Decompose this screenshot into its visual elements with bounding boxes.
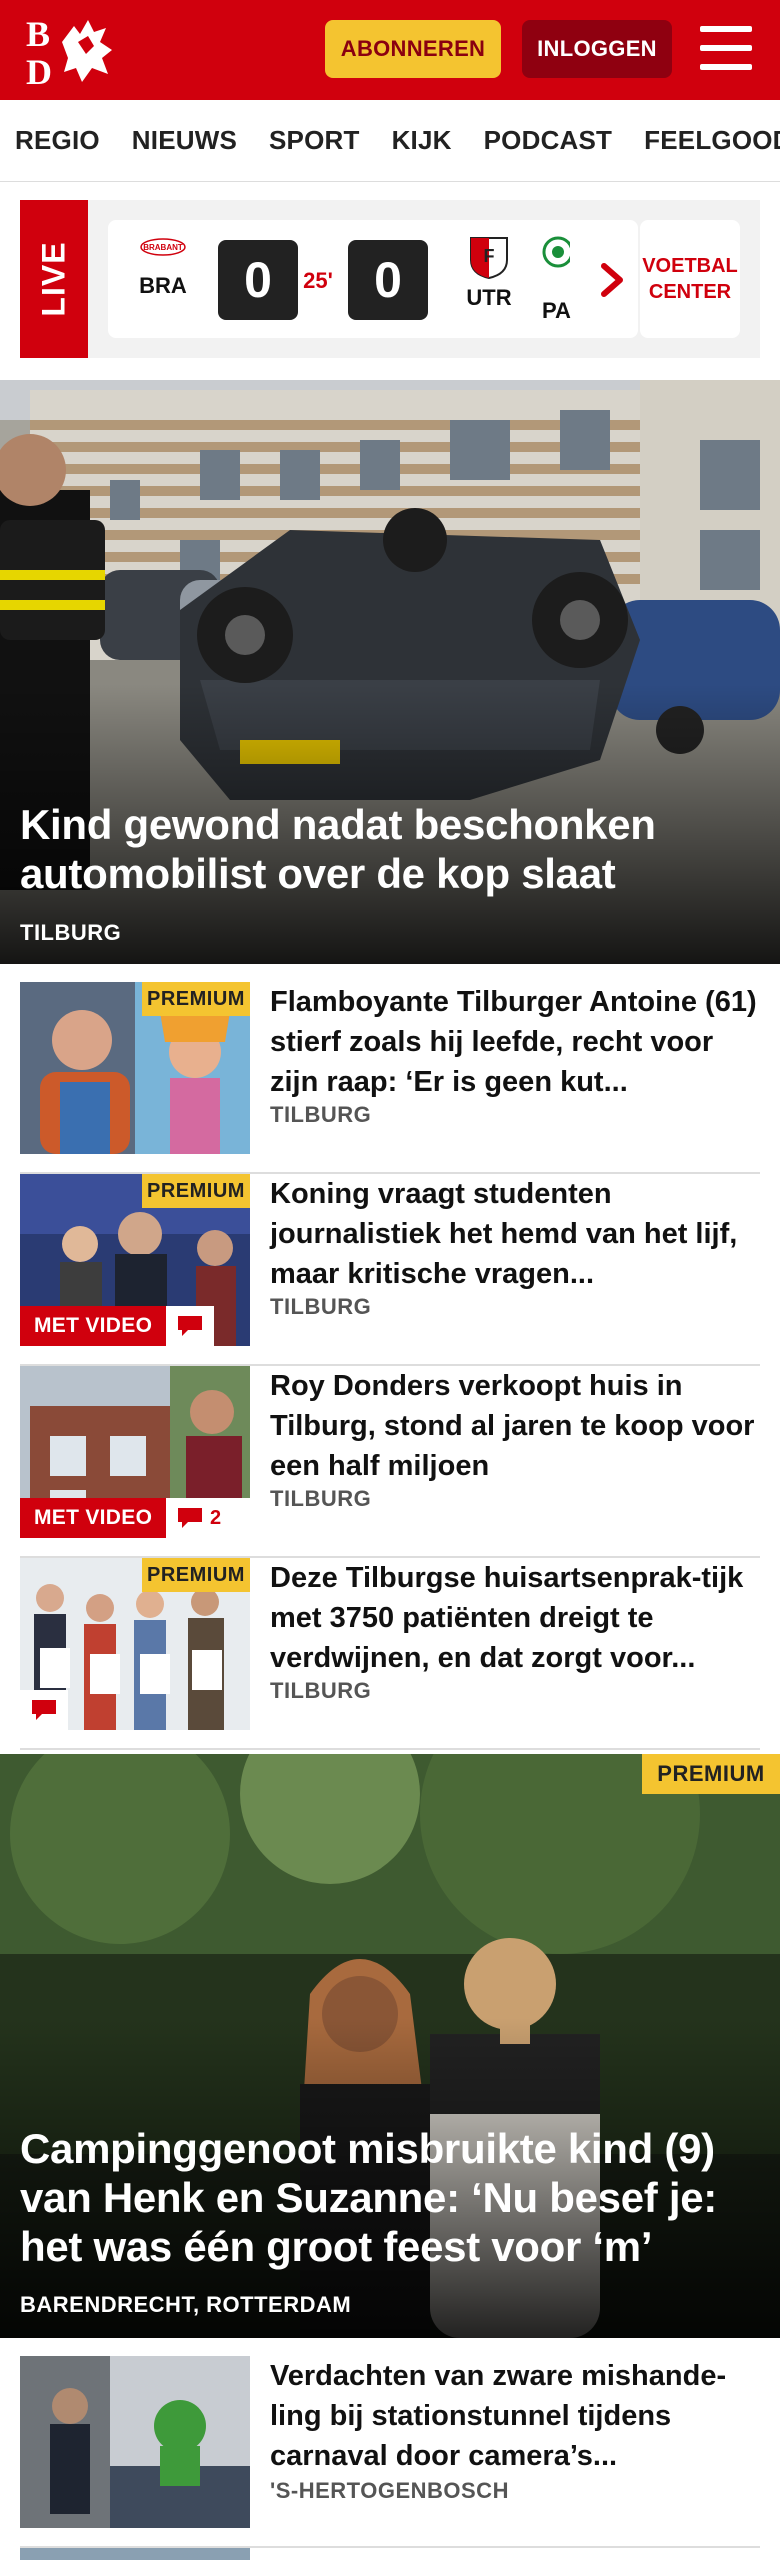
brabant-logo-icon: BRABANT [140, 238, 186, 256]
featured-location: BARENDRECHT, ROTTERDAM [20, 2292, 352, 2317]
section-nav: REGIO NIEUWS SPORT KIJK PODCAST FEELGOOD [0, 100, 780, 182]
comment-count: 2 [210, 1506, 222, 1529]
next-home-code: PA [542, 298, 571, 323]
article-location: TILBURG [270, 1678, 372, 1703]
nav-item-podcast[interactable]: PODCAST [484, 125, 613, 156]
home-score: 0 [218, 240, 298, 320]
chevron-right-icon[interactable] [592, 258, 632, 302]
comment-badge[interactable]: 2 [166, 1498, 250, 1538]
nav-item-kijk[interactable]: KIJK [392, 125, 452, 156]
utrecht-crest-icon: F [470, 237, 508, 280]
premium-badge: PREMIUM [642, 1754, 780, 1794]
home-team-code: BRA [139, 273, 187, 298]
comment-icon [178, 1508, 202, 1528]
hero-article[interactable]: Kind gewond nadat beschonken automobilis… [0, 380, 780, 964]
match-minute: 25' [303, 268, 333, 293]
nav-item-nieuws[interactable]: NIEUWS [132, 125, 237, 156]
pec-crest-icon [542, 236, 570, 268]
article-item[interactable]: PREMIUM MET VIDEO Koning vraagt studente… [20, 1174, 760, 1366]
video-badge: MET VIDEO [20, 1498, 167, 1538]
article-location: TILBURG [270, 1294, 372, 1319]
away-score: 0 [348, 240, 428, 320]
article-title[interactable]: Flamboyante Tilburger Antoine (61) stier… [270, 982, 760, 1102]
article-title[interactable]: Koning vraagt studenten journalistiek he… [270, 1174, 760, 1294]
hamburger-menu-icon[interactable] [700, 26, 752, 70]
comment-badge[interactable] [166, 1306, 214, 1346]
login-button[interactable]: INLOGGEN [522, 20, 672, 78]
article-thumbnail: MET VIDEO 2 [20, 1366, 250, 1538]
video-badge: MET VIDEO [20, 1306, 167, 1346]
article-location: TILBURG [270, 1486, 372, 1511]
article-thumbnail-image [20, 2356, 250, 2528]
article-item[interactable]: MET VIDEO 2 Roy Donders verkoopt huis in… [20, 1366, 760, 1558]
nav-item-feelgood[interactable]: FEELGOOD [644, 125, 780, 156]
article-thumbnail [20, 2356, 250, 2528]
article-thumbnail: PREMIUM [20, 1558, 250, 1730]
next-article-thumbnail-peek [20, 2548, 250, 2560]
comment-badge[interactable] [20, 1690, 68, 1730]
hero-title[interactable]: Kind gewond nadat beschonken automobilis… [20, 800, 750, 898]
hero-location: TILBURG [20, 920, 122, 945]
live-match-card[interactable]: BRABANT BRA 0 25' 0 F UTR [108, 220, 588, 338]
premium-badge: PREMIUM [142, 982, 250, 1016]
subscribe-button[interactable]: ABONNEREN [325, 20, 501, 78]
nav-item-sport[interactable]: SPORT [269, 125, 360, 156]
premium-badge: PREMIUM [142, 1558, 250, 1592]
home-team: BRABANT BRA [118, 234, 208, 299]
article-item[interactable]: Verdachten van zware mishande-ling bij s… [20, 2356, 760, 2548]
article-title[interactable]: Deze Tilburgse huisartsenprak-tijk met 3… [270, 1558, 760, 1678]
article-location: TILBURG [270, 1102, 372, 1127]
voetbal-center-link[interactable]: VOETBAL CENTER [640, 220, 740, 338]
featured-article[interactable]: PREMIUM Campinggenoot misbruikte kind (9… [0, 1754, 780, 2338]
premium-badge: PREMIUM [142, 1174, 250, 1208]
nav-item-regio[interactable]: REGIO [15, 125, 100, 156]
top-header: B D ABONNEREN INLOGGEN [0, 0, 780, 100]
comment-icon [178, 1316, 202, 1336]
comment-icon [32, 1700, 56, 1720]
article-item[interactable]: PREMIUM Deze Tilburgse huisartsenprak-ti… [20, 1558, 760, 1750]
svg-text:D: D [26, 52, 52, 88]
article-item[interactable]: PREMIUM Flamboyante Tilburger Antoine (6… [20, 982, 760, 1174]
live-label: LIVE [20, 200, 88, 358]
article-title[interactable]: Verdachten van zware mishande-ling bij s… [270, 2356, 760, 2476]
featured-title[interactable]: Campinggenoot misbruikte kind (9) van He… [20, 2124, 760, 2271]
svg-text:B: B [26, 14, 50, 54]
article-thumbnail: PREMIUM MET VIDEO [20, 1174, 250, 1346]
article-thumbnail: PREMIUM [20, 982, 250, 1154]
bd-logo-icon[interactable]: B D [22, 12, 118, 88]
svg-text:F: F [484, 246, 495, 266]
article-title[interactable]: Roy Donders verkoopt huis in Tilburg, st… [270, 1366, 760, 1486]
svg-text:BRABANT: BRABANT [143, 243, 183, 252]
live-scores-bar: LIVE BRABANT BRA 0 25' 0 F UTR PA VOETBA… [20, 200, 760, 358]
article-location: 'S-HERTOGENBOSCH [270, 2478, 509, 2503]
